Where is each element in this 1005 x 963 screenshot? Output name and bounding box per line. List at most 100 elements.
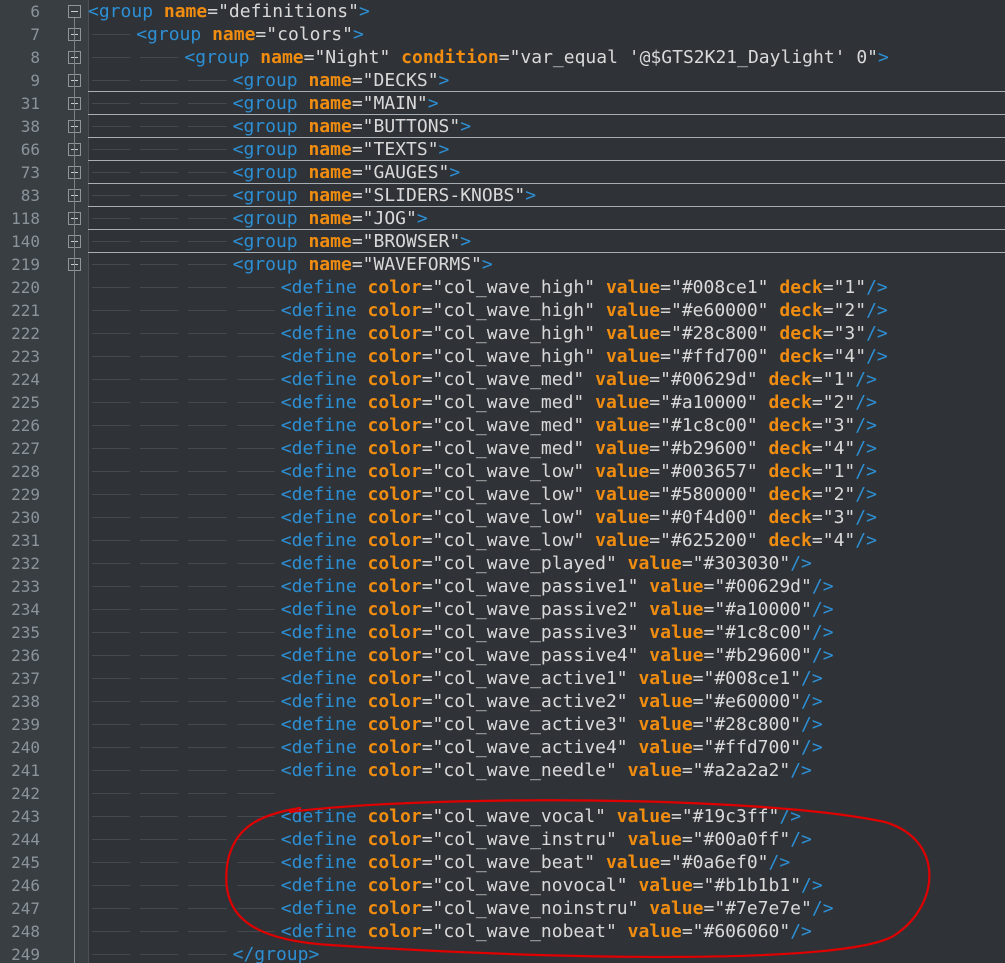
tag-bracket: <: [232, 162, 244, 183]
code-line[interactable]: <define color="col_wave_low" value="#003…: [88, 460, 1005, 483]
code-line[interactable]: <group name="GAUGES">: [88, 161, 1005, 184]
equals-sign: =: [811, 461, 823, 482]
code-line[interactable]: <group name="DECKS">: [88, 69, 1005, 92]
tag-name: /group: [243, 944, 309, 963]
code-editor[interactable]: 6 7 8 9 31 38 66 73 83 118 140 219 220 221 222 223 224 22…: [0, 0, 1005, 963]
whitespace-tab-marker: [188, 931, 227, 932]
tag-close: />: [855, 484, 877, 505]
code-line[interactable]: <group name="definitions">: [88, 0, 1005, 23]
code-line[interactable]: <define color="col_wave_active2" value="…: [88, 690, 1005, 713]
attribute-name: value: [649, 599, 704, 620]
code-line[interactable]: <group name="BUTTONS">: [88, 115, 1005, 138]
code-line[interactable]: <define color="col_wave_high" value="#ff…: [88, 345, 1005, 368]
code-line[interactable]: <define color="col_wave_vocal" value="#1…: [88, 805, 1005, 828]
attribute-value: "#e60000": [670, 300, 769, 321]
code-line[interactable]: <define color="col_wave_active3" value="…: [88, 713, 1005, 736]
attribute-value: "2": [822, 484, 856, 505]
code-text: <define color="col_wave_passive3" value=…: [281, 621, 834, 644]
attribute-value: "col_wave_high": [432, 323, 596, 344]
attribute-value: "2": [822, 392, 856, 413]
whitespace-tab-marker: [140, 402, 179, 403]
code-line[interactable]: <define color="col_wave_high" value="#28…: [88, 322, 1005, 345]
fold-tree-line: [74, 18, 75, 963]
equals-sign: =: [660, 323, 671, 344]
code-text: <define color="col_wave_noinstru" value=…: [281, 897, 834, 920]
code-line[interactable]: <define color="col_wave_instru" value="#…: [88, 828, 1005, 851]
tag-bracket: <: [280, 576, 292, 597]
whitespace-tab-marker: [140, 885, 179, 886]
tag-close: />: [855, 461, 877, 482]
code-line[interactable]: <group name="JOG">: [88, 207, 1005, 230]
code-line[interactable]: <group name="TEXTS">: [88, 138, 1005, 161]
code-line[interactable]: <define color="col_wave_needle" value="#…: [88, 759, 1005, 782]
fold-separator: [88, 160, 1005, 161]
whitespace-tab-marker: [140, 333, 179, 334]
code-line[interactable]: <define color="col_wave_passive1" value=…: [88, 575, 1005, 598]
line-number: 8: [30, 48, 40, 67]
equals-sign: =: [681, 760, 693, 781]
code-line[interactable]: <define color="col_wave_active4" value="…: [88, 736, 1005, 759]
code-line[interactable]: <define color="col_wave_noinstru" value=…: [88, 897, 1005, 920]
code-line[interactable]: <define color="col_wave_beat" value="#0a…: [88, 851, 1005, 874]
equals-sign: =: [255, 24, 267, 45]
whitespace-tab-marker: [236, 494, 275, 495]
code-text: <define color="col_wave_med" value="#a10…: [281, 391, 877, 414]
line-number: 225: [11, 393, 40, 412]
code-line[interactable]: </group>: [88, 943, 1005, 963]
code-area[interactable]: <group name="definitions"> <group name="c…: [88, 0, 1005, 963]
tag-bracket: <: [280, 392, 292, 413]
whitespace-tab-marker: [188, 816, 227, 817]
code-line[interactable]: <define color="col_wave_low" value="#580…: [88, 483, 1005, 506]
code-text: <define color="col_wave_med" value="#1c8…: [281, 414, 877, 437]
whitespace-tab-marker: [140, 540, 179, 541]
whitespace-tab-marker: [188, 632, 227, 633]
code-line[interactable]: <group name="WAVEFORMS">: [88, 253, 1005, 276]
equals-sign: =: [351, 162, 363, 183]
code-line[interactable]: <define color="col_wave_high" value="#00…: [88, 276, 1005, 299]
code-line[interactable]: <define color="col_wave_nobeat" value="#…: [88, 920, 1005, 943]
line-number: 246: [11, 876, 40, 895]
tag-name: define: [291, 576, 357, 597]
code-line[interactable]: <group name="SLIDERS-KNOBS">: [88, 184, 1005, 207]
code-line[interactable]: <group name="colors">: [88, 23, 1005, 46]
code-line[interactable]: <define color="col_wave_passive4" value=…: [88, 644, 1005, 667]
code-line[interactable]: <define color="col_wave_passive2" value=…: [88, 598, 1005, 621]
code-line[interactable]: <define color="col_wave_high" value="#e6…: [88, 299, 1005, 322]
whitespace-tab-marker: [236, 517, 275, 518]
whitespace-tab-marker: [140, 724, 179, 725]
code-line[interactable]: <define color="col_wave_med" value="#1c8…: [88, 414, 1005, 437]
attribute-name: name: [308, 231, 352, 252]
equals-sign: =: [421, 921, 433, 942]
code-line[interactable]: <define color="col_wave_active1" value="…: [88, 667, 1005, 690]
code-line[interactable]: <group name="MAIN">: [88, 92, 1005, 115]
whitespace-tab-marker: [188, 241, 227, 242]
whitespace-tab-marker: [92, 816, 131, 817]
code-line[interactable]: <define color="col_wave_med" value="#b29…: [88, 437, 1005, 460]
attribute-name: color: [367, 806, 422, 827]
line-number: 227: [11, 439, 40, 458]
attribute-name: deck: [779, 346, 823, 367]
whitespace-tab-marker: [92, 517, 131, 518]
code-line[interactable]: <define color="col_wave_low" value="#0f4…: [88, 506, 1005, 529]
code-text: <define color="col_wave_instru" value="#…: [281, 828, 812, 851]
code-line[interactable]: <define color="col_wave_med" value="#a10…: [88, 391, 1005, 414]
code-line[interactable]: [88, 782, 1005, 805]
code-line[interactable]: <define color="col_wave_played" value="#…: [88, 552, 1005, 575]
whitespace-tab-marker: [236, 402, 275, 403]
tag-close: >: [438, 70, 450, 91]
attribute-name: color: [367, 392, 422, 413]
tag-close: />: [855, 415, 877, 436]
code-line[interactable]: <group name="BROWSER">: [88, 230, 1005, 253]
tag-name: define: [291, 438, 357, 459]
whitespace-tab-marker: [92, 264, 131, 265]
code-line[interactable]: <define color="col_wave_low" value="#625…: [88, 529, 1005, 552]
code-line[interactable]: <define color="col_wave_med" value="#006…: [88, 368, 1005, 391]
whitespace-tab-marker: [188, 586, 227, 587]
code-line[interactable]: <define color="col_wave_novocal" value="…: [88, 874, 1005, 897]
code-line[interactable]: <define color="col_wave_passive3" value=…: [88, 621, 1005, 644]
collapse-fold-icon[interactable]: [68, 5, 81, 18]
code-text: </group>: [233, 943, 320, 963]
code-line[interactable]: <group name="Night" condition="var_equal…: [88, 46, 1005, 69]
code-text: <define color="col_wave_high" value="#00…: [281, 276, 888, 299]
equals-sign: =: [649, 438, 661, 459]
